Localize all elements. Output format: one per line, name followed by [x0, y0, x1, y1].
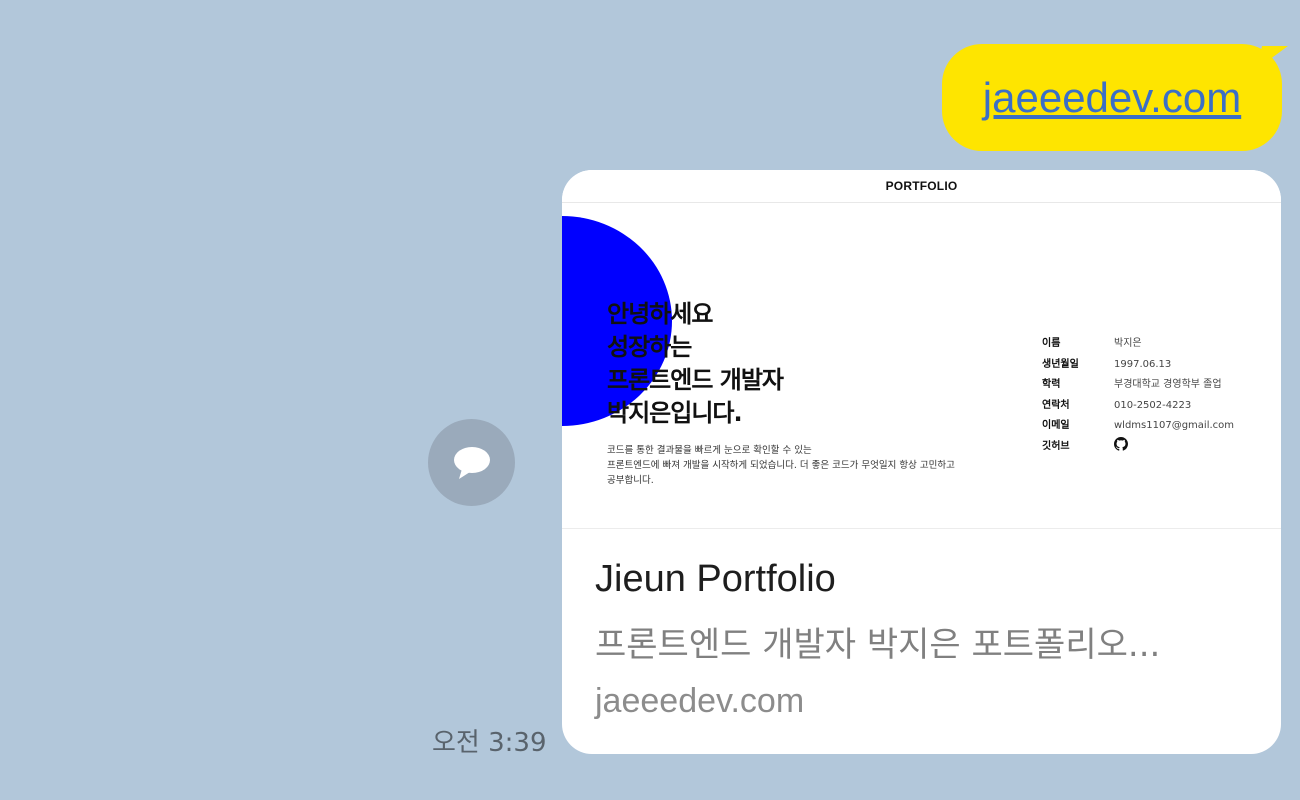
info-row: 연락처 010-2502-4223	[1042, 396, 1234, 417]
message-link[interactable]: jaeeedev.com	[983, 74, 1241, 122]
speech-bubble-icon	[453, 446, 490, 479]
info-value	[1114, 436, 1128, 458]
hero-line: 성장하는	[607, 333, 692, 361]
info-value: 010-2502-4223	[1114, 399, 1192, 411]
info-label: 학력	[1042, 379, 1061, 390]
info-label: 이름	[1042, 338, 1061, 349]
card-description: 프론트엔드 개발자 박지은 포트폴리오...	[595, 625, 1161, 665]
hero-text: 안녕하세요 성장하는 프론트엔드 개발자 박지은입니다.	[607, 298, 784, 430]
info-row: 학력 부경대학교 경영학부 졸업	[1042, 375, 1234, 396]
info-value: 1997.06.13	[1114, 358, 1172, 370]
card-domain: jaeeedev.com	[595, 682, 805, 720]
message-bubble[interactable]: jaeeedev.com	[942, 44, 1282, 151]
card-title: Jieun Portfolio	[595, 558, 836, 600]
message-timestamp: 오전 3:39	[432, 728, 547, 758]
info-value: 박지은	[1114, 338, 1142, 349]
info-value: 부경대학교 경영학부 졸업	[1114, 379, 1222, 390]
github-icon	[1114, 436, 1128, 451]
preview-image: PORTFOLIO 안녕하세요 성장하는 프론트엔드 개발자 박지은입니다. 코…	[562, 170, 1281, 529]
hero-line: 프론트엔드 개발자	[607, 366, 784, 394]
intro-line: 공부합니다.	[607, 475, 654, 486]
preview-header: PORTFOLIO	[562, 170, 1281, 203]
info-row: 깃허브	[1042, 436, 1234, 458]
info-label: 연락처	[1042, 399, 1070, 411]
link-preview-card[interactable]: PORTFOLIO 안녕하세요 성장하는 프론트엔드 개발자 박지은입니다. 코…	[562, 170, 1281, 754]
info-row: 생년월일 1997.06.13	[1042, 355, 1234, 376]
hero-line: 박지은입니다.	[607, 399, 743, 427]
intro-text: 코드를 통한 결과물을 빠르게 눈으로 확인할 수 있는 프론트엔드에 빠져 개…	[607, 443, 987, 488]
info-label: 이메일	[1042, 420, 1070, 431]
hero-line: 안녕하세요	[607, 300, 713, 328]
profile-info: 이름 박지은 생년월일 1997.06.13 학력 부경대학교 경영학부 졸업 …	[1042, 334, 1234, 457]
share-button[interactable]	[428, 419, 515, 506]
info-row: 이메일 wldms1107@gmail.com	[1042, 416, 1234, 437]
intro-line: 코드를 통한 결과물을 빠르게 눈으로 확인할 수 있는	[607, 445, 812, 456]
info-label: 생년월일	[1042, 358, 1079, 370]
info-row: 이름 박지은	[1042, 334, 1234, 355]
intro-line: 프론트엔드에 빠져 개발을 시작하게 되었습니다. 더 좋은 코드가 무엇일지 …	[607, 460, 955, 471]
info-label: 깃허브	[1042, 440, 1070, 452]
info-value: wldms1107@gmail.com	[1114, 420, 1235, 431]
